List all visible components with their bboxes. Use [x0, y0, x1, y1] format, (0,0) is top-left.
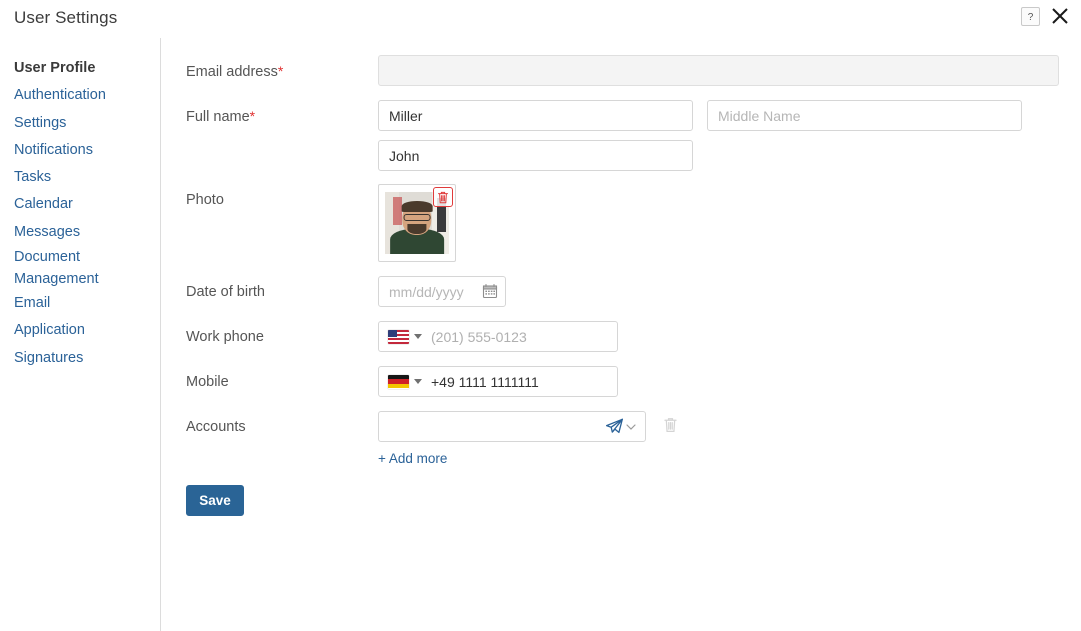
form-row-photo: Photo	[186, 184, 1059, 262]
email-required-marker: *	[277, 63, 284, 79]
sidebar-item-messages[interactable]: Messages	[0, 219, 158, 246]
sidebar-item-signatures[interactable]: Signatures	[0, 345, 158, 372]
last-name-input[interactable]	[378, 100, 693, 131]
chevron-down-icon	[626, 423, 636, 430]
mobile-country-selector[interactable]	[379, 367, 429, 396]
work-phone-input[interactable]	[429, 322, 620, 351]
close-icon	[1052, 8, 1068, 24]
work-phone-label: Work phone	[186, 329, 264, 345]
full-name-required-marker: *	[249, 108, 256, 124]
photo-label: Photo	[186, 192, 224, 208]
sidebar-item-settings[interactable]: Settings	[0, 110, 158, 137]
calendar-icon[interactable]	[482, 283, 498, 299]
sidebar-item-tasks[interactable]: Tasks	[0, 164, 158, 191]
sidebar-item-user-profile[interactable]: User Profile	[0, 55, 158, 82]
account-field	[378, 411, 646, 442]
email-input[interactable]	[378, 55, 1059, 86]
mobile-input[interactable]	[429, 367, 620, 396]
save-button[interactable]: Save	[186, 485, 244, 516]
full-name-label-text: Full name	[186, 109, 250, 125]
sidebar-item-notifications[interactable]: Notifications	[0, 137, 158, 164]
delete-account-button[interactable]	[663, 411, 682, 438]
form-row-accounts: Accounts + Add more	[186, 411, 1059, 466]
date-of-birth-label: Date of birth	[186, 284, 265, 300]
mobile-field	[378, 366, 620, 397]
trash-icon	[438, 191, 448, 203]
sidebar-item-email[interactable]: Email	[0, 290, 158, 317]
work-phone-country-selector[interactable]	[379, 322, 429, 351]
chevron-down-icon	[414, 379, 422, 384]
middle-name-input[interactable]	[707, 100, 1022, 131]
form-row-date-of-birth: Date of birth	[186, 276, 1059, 307]
mobile-label: Mobile	[186, 374, 229, 390]
user-profile-form: Email address* Full name* Photo	[186, 55, 1059, 516]
work-phone-field	[378, 321, 620, 352]
chevron-down-icon	[414, 334, 422, 339]
form-row-email: Email address*	[186, 55, 1059, 86]
account-input[interactable]	[379, 412, 605, 441]
window-header: User Settings ?	[0, 0, 1081, 38]
sidebar-item-calendar[interactable]: Calendar	[0, 191, 158, 218]
svg-text:?: ?	[1028, 12, 1034, 23]
flag-us-icon	[388, 329, 409, 344]
user-settings-window: User Settings ? User Profile Authenticat…	[0, 0, 1081, 631]
form-row-full-name: Full name*	[186, 100, 1059, 171]
email-label-text: Email address	[186, 64, 278, 80]
form-row-work-phone: Work phone	[186, 321, 1059, 352]
flag-de-icon	[388, 374, 409, 389]
add-more-link[interactable]: + Add more	[378, 451, 682, 466]
page-title: User Settings	[14, 8, 118, 27]
settings-sidebar: User Profile Authentication Settings Not…	[0, 55, 158, 372]
sidebar-item-authentication[interactable]: Authentication	[0, 82, 158, 109]
sidebar-divider	[160, 38, 161, 631]
trash-icon	[664, 418, 677, 433]
delete-photo-button[interactable]	[433, 187, 453, 207]
sidebar-item-application[interactable]: Application	[0, 317, 158, 344]
sidebar-item-document-management[interactable]: Document Management	[0, 246, 120, 290]
question-mark-icon: ?	[1028, 12, 1034, 23]
telegram-icon	[605, 418, 623, 434]
help-button[interactable]: ?	[1021, 6, 1040, 26]
first-name-input[interactable]	[378, 140, 693, 171]
form-row-mobile: Mobile	[186, 366, 1059, 397]
email-label: Email address*	[186, 55, 378, 80]
header-actions: ?	[1021, 5, 1071, 27]
form-row-save: Save	[186, 485, 1059, 516]
photo-preview[interactable]	[378, 184, 456, 262]
close-button[interactable]	[1049, 5, 1071, 27]
account-type-selector[interactable]	[605, 418, 645, 435]
accounts-label: Accounts	[186, 419, 246, 435]
full-name-label: Full name*	[186, 100, 378, 125]
